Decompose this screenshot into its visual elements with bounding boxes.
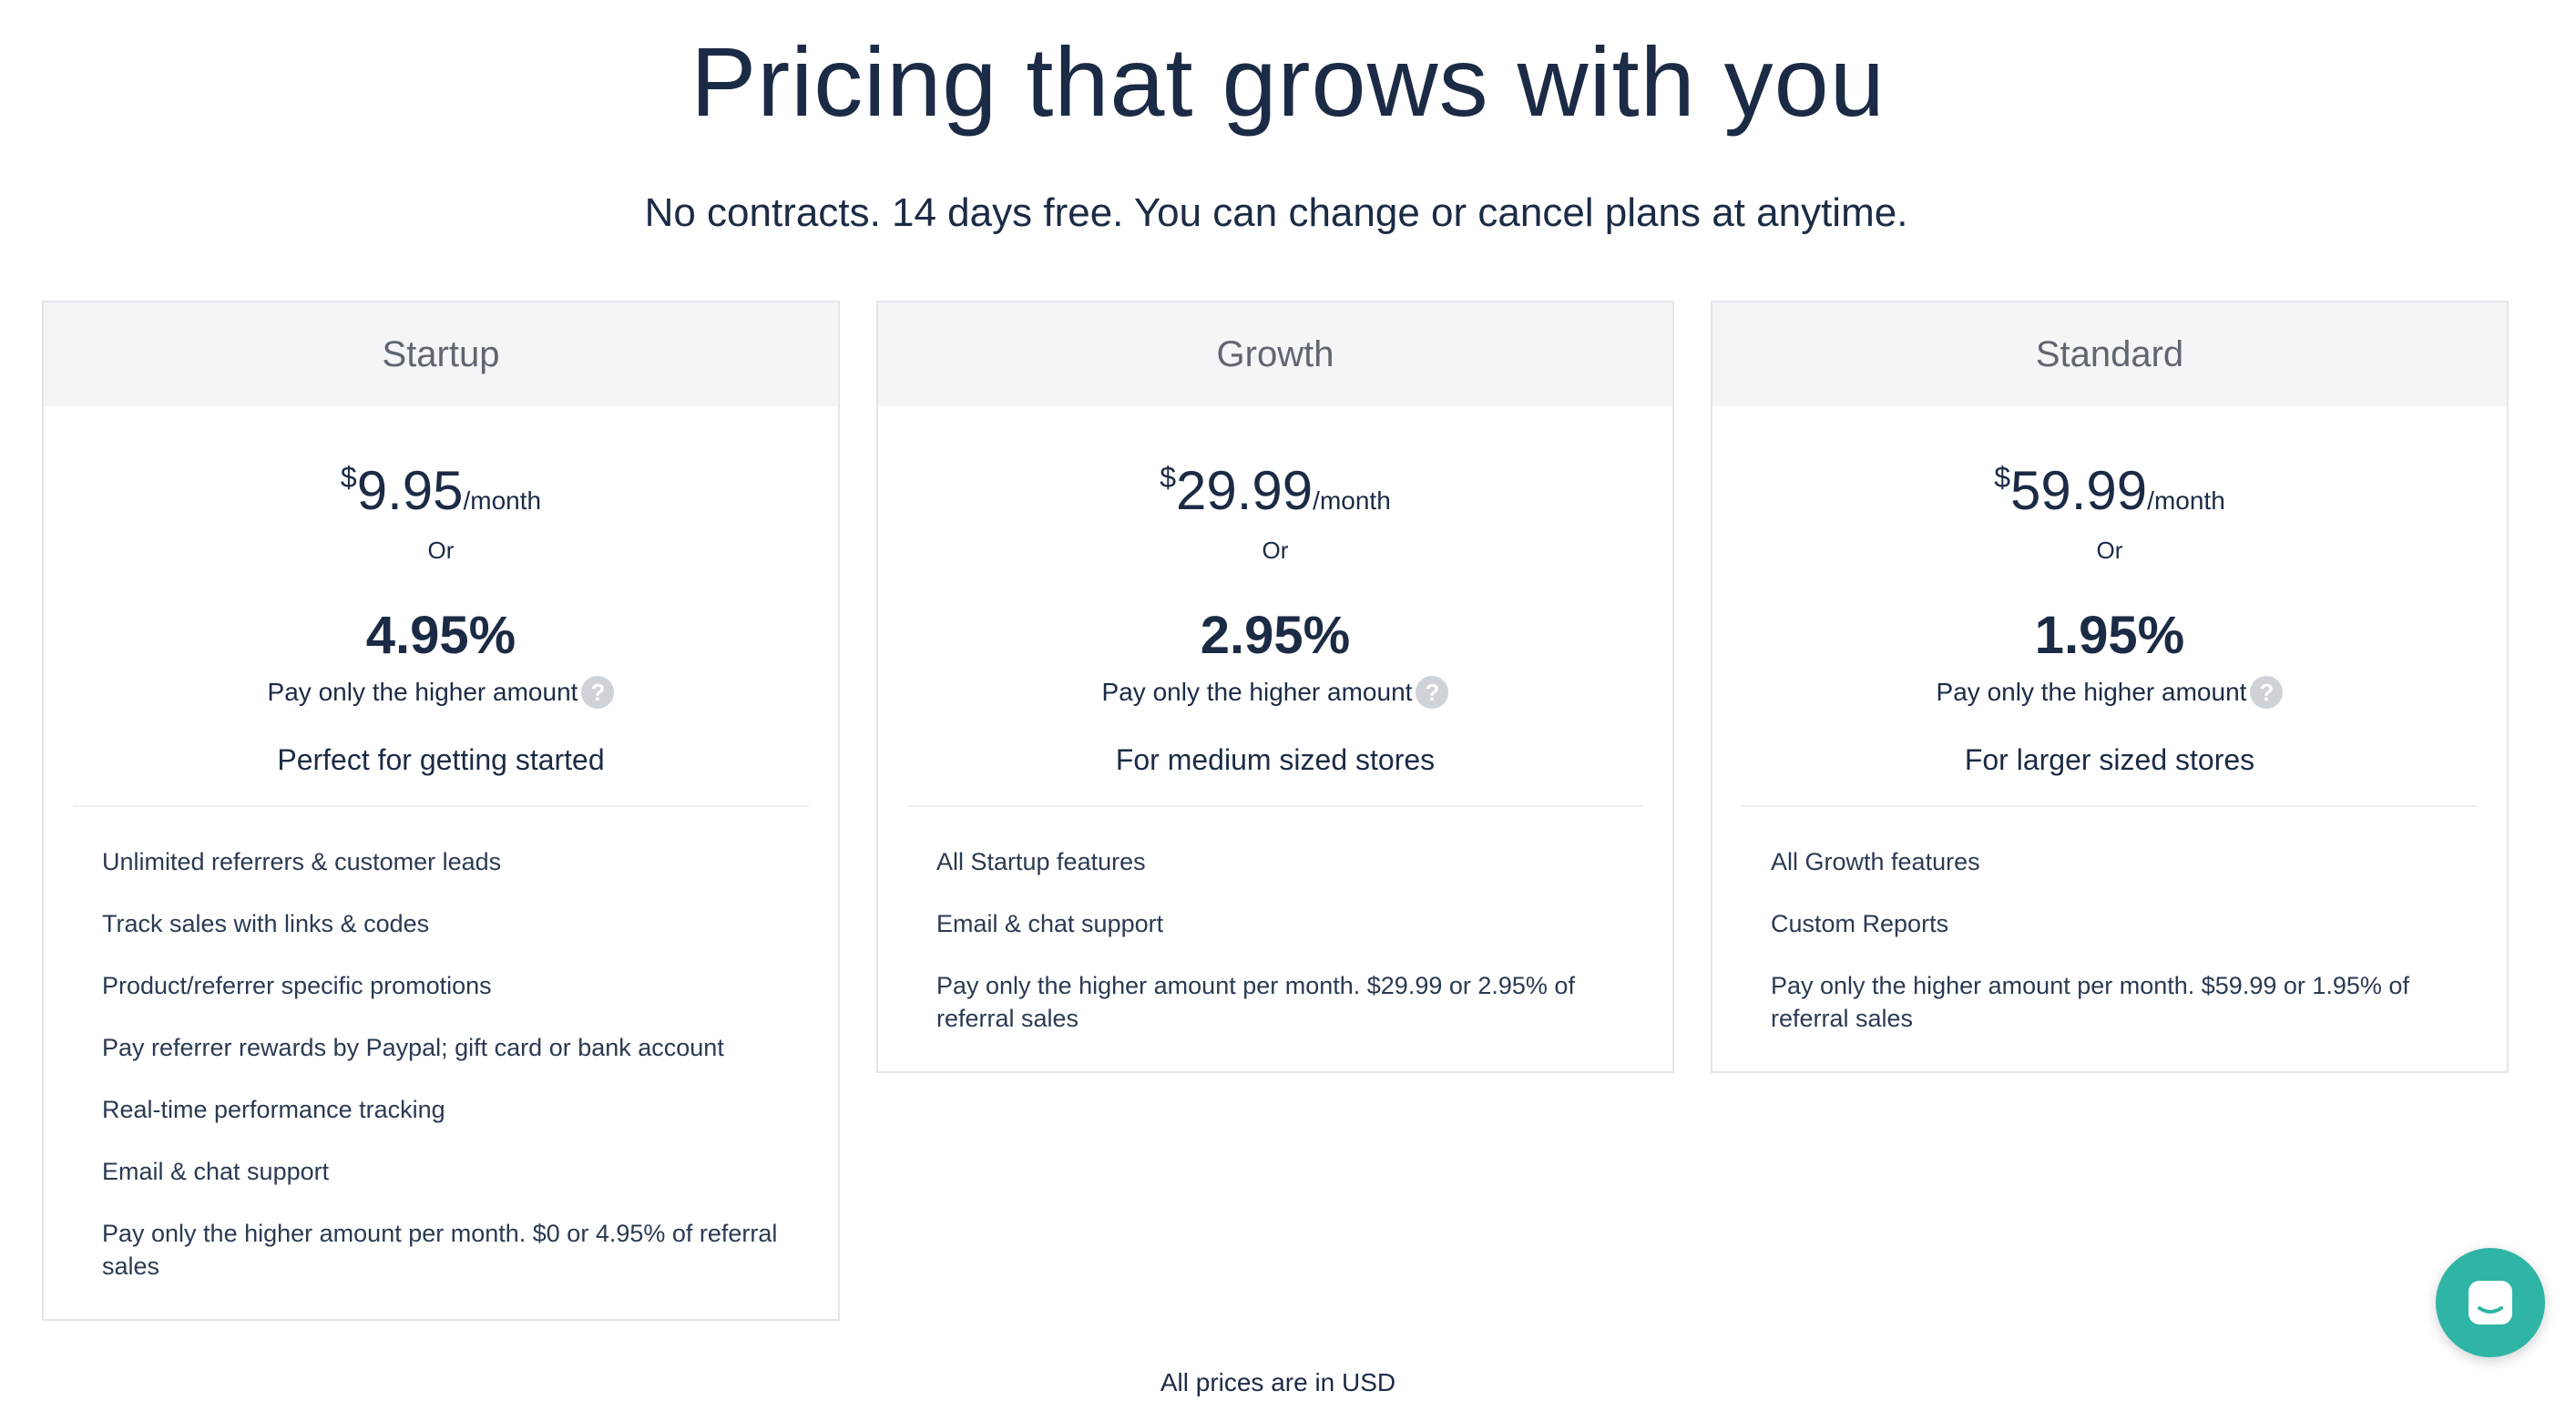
price-currency: $ — [340, 461, 357, 494]
price-amount: 59.99 — [2010, 460, 2148, 521]
plan-percent: 2.95% — [1200, 606, 1351, 665]
plan-name: Standard — [1712, 302, 2507, 406]
plan-percent: 1.95% — [2034, 606, 2185, 665]
feature-item: Unlimited referrers & customer leads — [102, 848, 502, 875]
feature-item: Pay only the higher amount per month. $5… — [1771, 972, 2409, 1032]
higher-amount-note: Pay only the higher amount ? — [44, 674, 838, 711]
help-icon[interactable]: ? — [1416, 676, 1449, 709]
higher-amount-note: Pay only the higher amount ? — [1712, 674, 2507, 711]
plan-card-startup: Startup $9.95/month Or 4.95% Pay only th… — [42, 301, 840, 1321]
or-label: Or — [2096, 537, 2123, 564]
help-icon[interactable]: ? — [581, 676, 615, 709]
feature-item: Pay referrer rewards by Paypal; gift car… — [102, 1034, 724, 1061]
price-period: /month — [463, 486, 542, 515]
price-amount: 9.95 — [356, 460, 464, 521]
plan-tagline: For larger sized stores — [1964, 743, 2255, 776]
higher-amount-label: Pay only the higher amount — [267, 678, 578, 706]
plan-price: $59.99/month — [1712, 441, 2507, 521]
feature-list: Unlimited referrers & customer leads Tra… — [44, 807, 838, 1319]
feature-item: All Startup features — [936, 848, 1146, 875]
feature-list: All Growth features Custom Reports Pay o… — [1712, 807, 2507, 1071]
plan-card-growth: Growth $29.99/month Or 2.95% Pay only th… — [876, 301, 1674, 1073]
plan-percent: 4.95% — [365, 606, 516, 665]
feature-list: All Startup features Email & chat suppor… — [878, 807, 1672, 1071]
higher-amount-label: Pay only the higher amount — [1936, 678, 2247, 706]
chat-launcher-button[interactable] — [2436, 1248, 2545, 1357]
help-icon[interactable]: ? — [2250, 676, 2284, 709]
plan-name: Growth — [878, 302, 1672, 406]
plan-price: $29.99/month — [878, 441, 1672, 521]
price-period: /month — [2147, 486, 2225, 515]
feature-item: Pay only the higher amount per month. $0… — [102, 1220, 778, 1280]
feature-item: All Growth features — [1771, 848, 1980, 875]
or-label: Or — [427, 537, 455, 564]
higher-amount-label: Pay only the higher amount — [1101, 678, 1413, 706]
price-amount: 29.99 — [1176, 460, 1314, 521]
price-currency: $ — [1994, 461, 2011, 494]
feature-item: Real-time performance tracking — [102, 1096, 445, 1123]
price-period: /month — [1313, 486, 1391, 515]
feature-item: Custom Reports — [1771, 910, 1949, 937]
plan-tagline: Perfect for getting started — [277, 743, 605, 776]
or-label: Or — [1262, 537, 1289, 564]
feature-item: Pay only the higher amount per month. $2… — [936, 972, 1575, 1032]
currency-footnote: All prices are in USD — [1160, 1368, 1396, 1396]
feature-item: Email & chat support — [936, 910, 1164, 937]
feature-item: Email & chat support — [102, 1158, 330, 1185]
chat-icon — [2465, 1277, 2516, 1328]
plan-tagline: For medium sized stores — [1115, 743, 1436, 776]
price-currency: $ — [1160, 461, 1177, 494]
plan-price: $9.95/month — [44, 441, 838, 521]
plan-card-standard: Standard $59.99/month Or 1.95% Pay only … — [1711, 301, 2509, 1073]
feature-item: Product/referrer specific promotions — [102, 972, 492, 999]
higher-amount-note: Pay only the higher amount ? — [878, 674, 1672, 711]
feature-item: Track sales with links & codes — [102, 910, 430, 937]
page-title: Pricing that grows with you — [690, 26, 1886, 137]
page-subtitle: No contracts. 14 days free. You can chan… — [644, 190, 1908, 235]
plan-name: Startup — [44, 302, 838, 406]
